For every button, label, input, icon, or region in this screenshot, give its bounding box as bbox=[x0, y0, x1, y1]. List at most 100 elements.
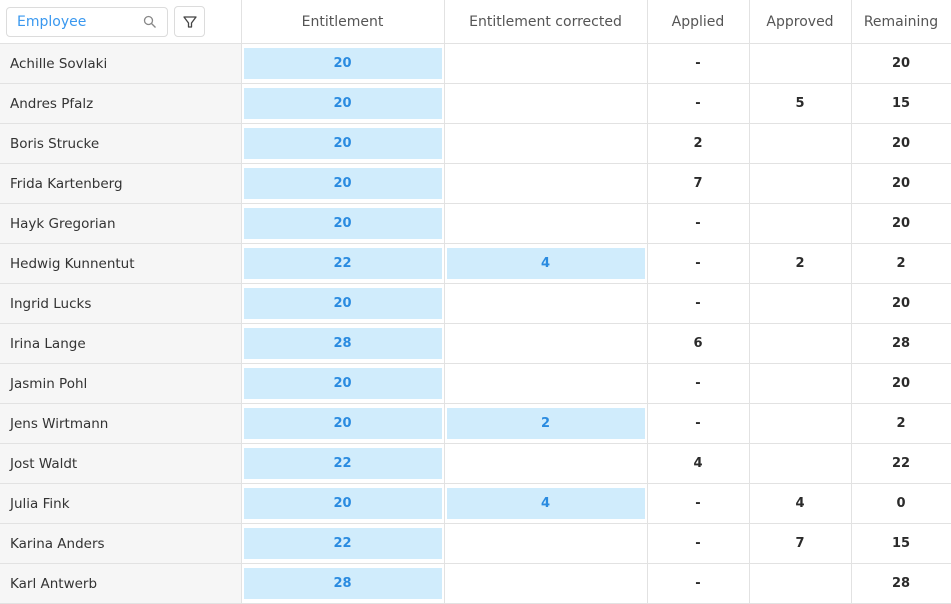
approved-cell: 7 bbox=[748, 523, 852, 564]
entitlement-cell-value[interactable]: 20 bbox=[243, 288, 442, 319]
remaining-cell: 20 bbox=[850, 123, 951, 164]
filter-button[interactable] bbox=[174, 6, 205, 37]
approved-cell bbox=[748, 563, 852, 604]
employee-name: Karl Antwerb bbox=[0, 563, 242, 604]
entitlement-cell-value[interactable]: 22 bbox=[243, 248, 442, 279]
employee-name: Boris Strucke bbox=[0, 123, 242, 164]
remaining-cell: 2 bbox=[850, 243, 951, 284]
employee-name: Karina Anders bbox=[0, 523, 242, 564]
column-header-entitlement-corrected[interactable]: Entitlement corrected bbox=[443, 0, 648, 44]
employee-name: Jost Waldt bbox=[0, 443, 242, 484]
employee-search-input[interactable]: Employee bbox=[6, 6, 168, 37]
entitlement-cell-value[interactable]: 28 bbox=[243, 568, 442, 599]
applied-cell: - bbox=[646, 203, 750, 244]
entitlement-cell-value[interactable]: 28 bbox=[243, 328, 442, 359]
entitlement-cell-value[interactable]: 20 bbox=[243, 48, 442, 79]
column-header-approved[interactable]: Approved bbox=[748, 0, 852, 44]
column-header-remaining[interactable]: Remaining bbox=[850, 0, 951, 44]
entitlement-cell[interactable]: 20 bbox=[240, 43, 445, 84]
entitlement-corrected-cell[interactable] bbox=[443, 123, 648, 164]
table-row: Jost Waldt 22 4 22 bbox=[0, 443, 951, 484]
table-row: Jens Wirtmann 20 2-2 bbox=[0, 403, 951, 444]
entitlement-cell[interactable]: 20 bbox=[240, 363, 445, 404]
remaining-cell: 0 bbox=[850, 483, 951, 524]
employee-name: Julia Fink bbox=[0, 483, 242, 524]
entitlement-cell[interactable]: 20 bbox=[240, 203, 445, 244]
entitlement-cell-value[interactable]: 20 bbox=[243, 368, 442, 399]
entitlement-corrected-cell[interactable] bbox=[443, 283, 648, 324]
applied-cell: - bbox=[646, 83, 750, 124]
entitlement-corrected-cell[interactable] bbox=[443, 203, 648, 244]
entitlement-corrected-cell[interactable] bbox=[443, 163, 648, 204]
applied-cell: 6 bbox=[646, 323, 750, 364]
column-header-entitlement[interactable]: Entitlement bbox=[240, 0, 445, 44]
entitlement-cell[interactable]: 22 bbox=[240, 243, 445, 284]
approved-cell: 5 bbox=[748, 83, 852, 124]
entitlement-cell-value[interactable]: 20 bbox=[243, 128, 442, 159]
entitlement-cell[interactable]: 20 bbox=[240, 163, 445, 204]
table-row: Julia Fink 20 4-4 0 bbox=[0, 483, 951, 524]
employee-name: Andres Pfalz bbox=[0, 83, 242, 124]
employee-name: Jasmin Pohl bbox=[0, 363, 242, 404]
remaining-cell: 20 bbox=[850, 203, 951, 244]
entitlement-cell-value[interactable]: 22 bbox=[243, 528, 442, 559]
remaining-cell: 20 bbox=[850, 163, 951, 204]
entitlement-cell[interactable]: 22 bbox=[240, 443, 445, 484]
employee-name: Jens Wirtmann bbox=[0, 403, 242, 444]
column-header-applied[interactable]: Applied bbox=[646, 0, 750, 44]
approved-cell bbox=[748, 403, 852, 444]
approved-cell: 4 bbox=[748, 483, 852, 524]
applied-cell: - bbox=[646, 283, 750, 324]
entitlement-cell[interactable]: 20 bbox=[240, 403, 445, 444]
entitlement-corrected-cell[interactable] bbox=[443, 443, 648, 484]
applied-cell: - bbox=[646, 563, 750, 604]
entitlement-cell[interactable]: 22 bbox=[240, 523, 445, 564]
employee-name: Hayk Gregorian bbox=[0, 203, 242, 244]
entitlement-cell-value[interactable]: 20 bbox=[243, 168, 442, 199]
entitlement-cell-value[interactable]: 22 bbox=[243, 448, 442, 479]
applied-cell: 7 bbox=[646, 163, 750, 204]
entitlement-cell-value[interactable]: 20 bbox=[243, 488, 442, 519]
remaining-cell: 15 bbox=[850, 523, 951, 564]
applied-cell: - bbox=[646, 483, 750, 524]
approved-cell bbox=[748, 203, 852, 244]
table-row: Achille Sovlaki 20-20 bbox=[0, 43, 951, 84]
entitlement-corrected-cell[interactable] bbox=[443, 563, 648, 604]
table-row: Irina Lange 28 6 28 bbox=[0, 323, 951, 364]
entitlement-corrected-cell[interactable] bbox=[443, 523, 648, 564]
entitlement-cell[interactable]: 28 bbox=[240, 563, 445, 604]
entitlement-cell[interactable]: 20 bbox=[240, 123, 445, 164]
employee-name: Ingrid Lucks bbox=[0, 283, 242, 324]
entitlement-corrected-cell[interactable]: 4 bbox=[443, 483, 648, 524]
entitlement-corrected-cell[interactable]: 2 bbox=[443, 403, 648, 444]
approved-cell bbox=[748, 363, 852, 404]
entitlement-cell[interactable]: 20 bbox=[240, 83, 445, 124]
entitlement-corrected-cell[interactable]: 4 bbox=[443, 243, 648, 284]
search-placeholder: Employee bbox=[17, 13, 87, 30]
entitlement-corrected-cell[interactable] bbox=[443, 43, 648, 84]
entitlement-corrected-cell[interactable] bbox=[443, 83, 648, 124]
entitlement-cell[interactable]: 28 bbox=[240, 323, 445, 364]
entitlement-cell-value[interactable]: 20 bbox=[243, 408, 442, 439]
leave-table: Employee Entitlement Entitlement correct… bbox=[0, 0, 951, 604]
table-row: Karl Antwerb 28-28 bbox=[0, 563, 951, 604]
entitlement-corrected-cell-value[interactable]: 4 bbox=[446, 488, 645, 519]
entitlement-corrected-cell-value[interactable]: 4 bbox=[446, 248, 645, 279]
table-row: Frida Kartenberg 20 7 20 bbox=[0, 163, 951, 204]
entitlement-corrected-cell-value[interactable]: 2 bbox=[446, 408, 645, 439]
remaining-cell: 28 bbox=[850, 563, 951, 604]
table-row: Andres Pfalz 20 -5 15 bbox=[0, 83, 951, 124]
approved-cell bbox=[748, 323, 852, 364]
applied-cell: - bbox=[646, 523, 750, 564]
approved-cell bbox=[748, 163, 852, 204]
employee-name: Hedwig Kunnentut bbox=[0, 243, 242, 284]
entitlement-cell-value[interactable]: 20 bbox=[243, 88, 442, 119]
entitlement-cell[interactable]: 20 bbox=[240, 483, 445, 524]
remaining-cell: 15 bbox=[850, 83, 951, 124]
table-row: Boris Strucke 20 2 20 bbox=[0, 123, 951, 164]
entitlement-corrected-cell[interactable] bbox=[443, 363, 648, 404]
table-row: Hedwig Kunnentut 22 4-2 2 bbox=[0, 243, 951, 284]
entitlement-cell[interactable]: 20 bbox=[240, 283, 445, 324]
entitlement-corrected-cell[interactable] bbox=[443, 323, 648, 364]
entitlement-cell-value[interactable]: 20 bbox=[243, 208, 442, 239]
